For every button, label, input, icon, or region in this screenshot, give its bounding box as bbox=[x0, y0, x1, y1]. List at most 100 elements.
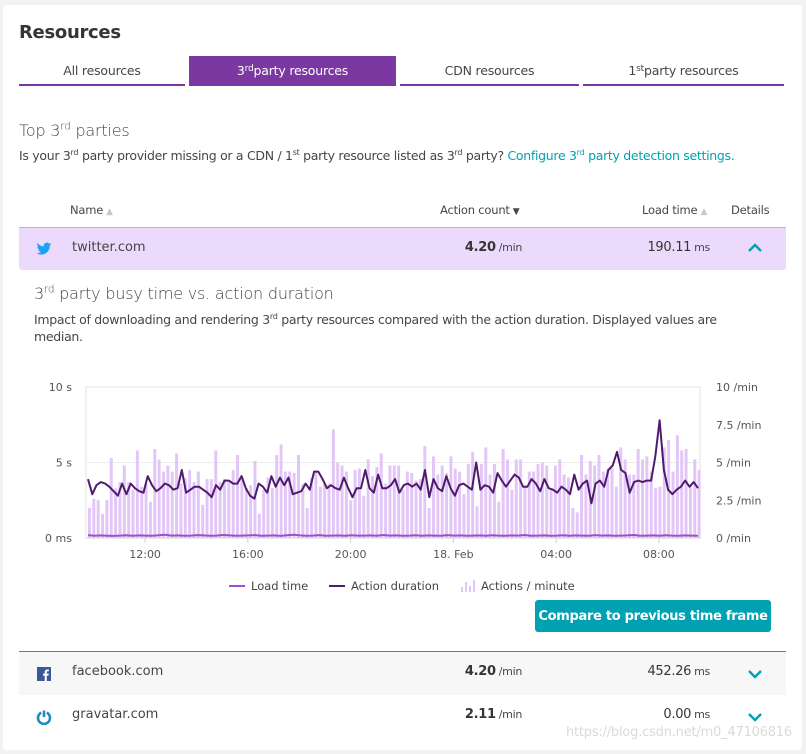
bar-actions-per-minute bbox=[175, 453, 179, 538]
bar-actions-per-minute bbox=[227, 482, 231, 538]
load-time: 0.00 ms bbox=[663, 707, 710, 722]
bar-actions-per-minute bbox=[562, 474, 566, 538]
action-count: 4.20/min bbox=[464, 664, 522, 679]
bar-actions-per-minute bbox=[331, 429, 335, 538]
tab-cdn-resources[interactable]: CDN resources bbox=[400, 56, 579, 86]
tab-1st-party-resources[interactable]: 1st party resources bbox=[583, 56, 784, 86]
tab-3rd-party-resources[interactable]: 3rd party resources bbox=[189, 56, 396, 86]
tab-label: All resources bbox=[63, 62, 141, 78]
bar-actions-per-minute bbox=[209, 479, 213, 538]
bar-actions-per-minute bbox=[684, 448, 688, 538]
bar-actions-per-minute bbox=[432, 456, 435, 538]
sort-icon: ▲ bbox=[700, 207, 708, 217]
bar-actions-per-minute bbox=[614, 486, 618, 538]
bar-actions-per-minute bbox=[297, 454, 300, 538]
compare-previous-timeframe-button[interactable]: Compare to previous time frame bbox=[535, 600, 771, 632]
gravatar-icon bbox=[36, 710, 52, 725]
sort-descending-icon: ▼ bbox=[512, 207, 520, 217]
bar-actions-per-minute bbox=[580, 454, 584, 538]
bar-actions-per-minute bbox=[458, 471, 462, 538]
domain-name: gravatar.com bbox=[72, 707, 159, 722]
y-tick-label-left: 0 ms bbox=[45, 532, 72, 545]
x-tick-label: 16:00 bbox=[232, 548, 264, 561]
bar-actions-per-minute bbox=[567, 477, 570, 538]
bar-actions-per-minute bbox=[353, 470, 357, 538]
bar-actions-per-minute bbox=[697, 470, 701, 538]
load-time: 452.26 ms bbox=[647, 664, 710, 679]
line-load-time bbox=[87, 533, 699, 537]
bar-actions-per-minute bbox=[636, 448, 640, 538]
bar-actions-per-minute bbox=[484, 447, 488, 538]
bar-actions-per-minute bbox=[275, 454, 279, 538]
column-header-action-count[interactable]: Action count ▼ bbox=[440, 203, 520, 217]
column-header-load-time[interactable]: Load time ▲ bbox=[642, 203, 707, 217]
twitter-icon bbox=[36, 242, 52, 255]
chevron-down-icon[interactable] bbox=[746, 709, 764, 725]
x-tick-label: 20:00 bbox=[335, 548, 367, 561]
bar-actions-per-minute bbox=[492, 464, 496, 538]
table-row[interactable]: twitter.com 4.20/min 190.11 ms bbox=[19, 228, 786, 270]
bar-actions-per-minute bbox=[231, 470, 235, 538]
bar-actions-per-minute bbox=[323, 483, 327, 538]
legend-label: Load time bbox=[251, 579, 309, 593]
bar-actions-per-minute bbox=[545, 465, 549, 538]
bar-actions-per-minute bbox=[427, 507, 431, 538]
table-header: Name ▲︎ Action count ▼ Load time ▲ Details bbox=[19, 201, 786, 227]
tab-label: party resources bbox=[644, 62, 739, 78]
bar-actions-per-minute bbox=[148, 501, 152, 538]
bar-actions-per-minute bbox=[597, 454, 601, 538]
legend-item-action-duration[interactable]: Action duration bbox=[329, 579, 439, 593]
bar-actions-per-minute bbox=[693, 459, 697, 538]
x-tick-label: 04:00 bbox=[540, 548, 572, 561]
bar-actions-per-minute bbox=[140, 486, 144, 538]
bar-actions-per-minute bbox=[501, 448, 505, 538]
bar-actions-per-minute bbox=[641, 459, 644, 538]
bar-actions-per-minute bbox=[349, 500, 353, 538]
y-tick-label-right: 7.5 /min bbox=[716, 419, 761, 432]
bar-actions-per-minute bbox=[314, 471, 318, 538]
bar-actions-per-minute bbox=[135, 450, 139, 538]
bar-actions-per-minute bbox=[327, 483, 331, 538]
chevron-up-icon[interactable] bbox=[746, 240, 764, 256]
bar-actions-per-minute bbox=[340, 465, 344, 538]
bar-actions-per-minute bbox=[497, 501, 501, 538]
busy-time-chart: 0 ms 5 s 10 s 0 /min 2.5 /min 5 /min 7.5 /min 1… bbox=[33, 377, 773, 577]
tab-label: 3 bbox=[236, 62, 245, 78]
chevron-down-icon[interactable] bbox=[746, 666, 764, 682]
bar-actions-per-minute bbox=[336, 462, 340, 538]
bar-actions-per-minute bbox=[479, 464, 483, 538]
bar-actions-per-minute bbox=[475, 506, 479, 538]
bar-actions-per-minute bbox=[105, 500, 109, 538]
bar-actions-per-minute bbox=[558, 459, 562, 538]
x-tick-label: 08:00 bbox=[643, 548, 675, 561]
tab-label: CDN resources bbox=[444, 62, 535, 78]
bar-actions-per-minute bbox=[122, 465, 126, 538]
bar-actions-per-minute bbox=[362, 495, 366, 538]
legend-item-load-time[interactable]: Load time bbox=[229, 579, 308, 593]
tab-all-resources[interactable]: All resources bbox=[19, 56, 185, 86]
watermark: https://blog.csdn.net/m0_47106816 bbox=[565, 725, 792, 740]
chart-svg: 0 ms 5 s 10 s 0 /min 2.5 /min 5 /min 7.5 /min 1… bbox=[45, 381, 761, 561]
bar-actions-per-minute bbox=[466, 464, 470, 538]
bar-actions-per-minute bbox=[92, 498, 96, 538]
bar-actions-per-minute bbox=[131, 489, 135, 538]
bar-actions-per-minute bbox=[410, 473, 414, 538]
bar-actions-per-minute bbox=[153, 448, 157, 538]
bar-actions-per-minute bbox=[201, 504, 205, 538]
bar-actions-per-minute bbox=[157, 459, 161, 538]
tab-label: party resources bbox=[253, 62, 349, 78]
configure-detection-settings-link[interactable]: Configure 3rd party detection settings. bbox=[507, 148, 734, 163]
legend-item-actions-per-minute[interactable]: Actions / minute bbox=[461, 579, 575, 593]
bar-actions-per-minute bbox=[523, 486, 527, 538]
resource-tabs: All resources 3rd party resources CDN re… bbox=[19, 56, 784, 86]
bar-actions-per-minute bbox=[675, 435, 679, 538]
bar-actions-per-minute bbox=[571, 507, 575, 538]
column-header-name[interactable]: Name ▲︎ bbox=[70, 203, 113, 217]
bar-actions-per-minute bbox=[462, 494, 466, 538]
bar-actions-per-minute bbox=[445, 473, 449, 538]
bar-actions-per-minute bbox=[671, 471, 675, 538]
table-row[interactable]: facebook.com 4.20/min 452.26 ms bbox=[19, 652, 786, 695]
bar-actions-per-minute bbox=[371, 476, 375, 538]
bar-actions-per-minute bbox=[510, 489, 514, 538]
bar-actions-per-minute bbox=[170, 471, 174, 538]
